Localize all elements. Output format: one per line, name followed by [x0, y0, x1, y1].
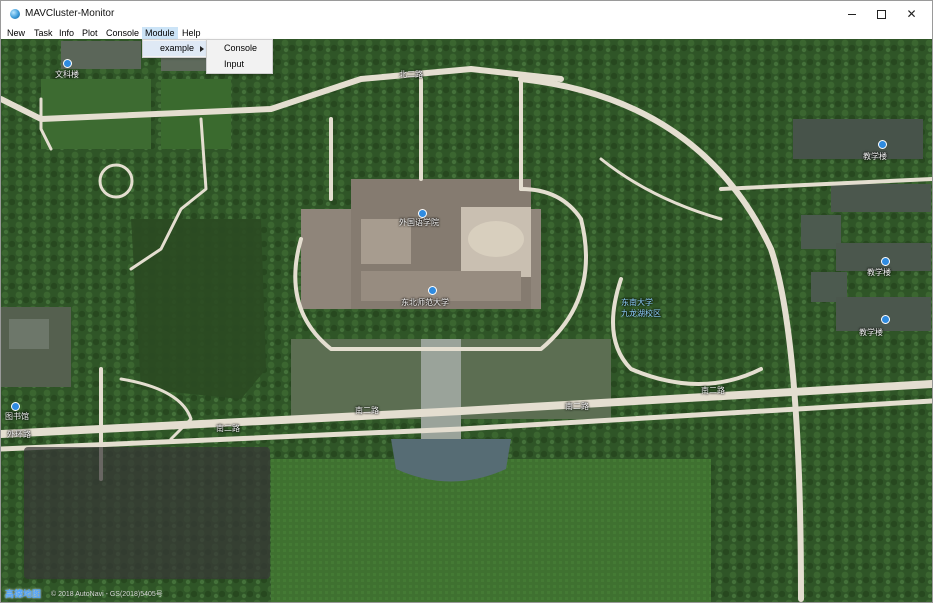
menu-console[interactable]: Console [106, 27, 139, 39]
poi-marker-icon[interactable] [11, 402, 20, 411]
minimize-button[interactable] [836, 1, 867, 27]
menu-module[interactable]: Module [142, 27, 178, 39]
poi-marker-icon[interactable] [428, 286, 437, 295]
window-title: MAVCluster-Monitor [25, 8, 115, 19]
example-submenu: Console Input [206, 39, 273, 74]
map-label-west-road: 南二路 [216, 424, 240, 433]
menu-help[interactable]: Help [182, 27, 201, 39]
menu-item-example-label: example [160, 43, 195, 53]
map-label-north-road: 北二路 [399, 70, 423, 79]
map-label-south-road-2: 南二路 [565, 402, 589, 411]
menu-new[interactable]: New [7, 27, 25, 39]
app-window: MAVCluster-Monitor ✕ New Task Info Plot … [0, 0, 933, 603]
app-icon [10, 9, 20, 19]
map-label-campus: 东南大学 九龙湖校区 [621, 298, 661, 318]
submenu-item-input[interactable]: Input [207, 57, 272, 72]
menu-info[interactable]: Info [59, 27, 74, 39]
map-label-outer-road: 外环路 [7, 430, 31, 439]
map-label-library-top: 外国语学院 [399, 218, 439, 227]
close-button[interactable]: ✕ [896, 1, 927, 27]
module-menu: example [142, 39, 208, 58]
menu-task[interactable]: Task [34, 27, 53, 39]
poi-marker-icon[interactable] [881, 315, 890, 324]
map-label-left-building: 图书馆 [5, 412, 29, 421]
poi-marker-icon[interactable] [881, 257, 890, 266]
submenu-arrow-icon [200, 46, 204, 52]
maximize-button[interactable] [866, 1, 897, 27]
poi-marker-icon[interactable] [418, 209, 427, 218]
overlay-panel [24, 447, 270, 579]
poi-marker-icon[interactable] [878, 140, 887, 149]
minimize-icon [847, 13, 856, 15]
map-label-south-road-1: 南二路 [355, 406, 379, 415]
map-label-teaching-1: 教学楼 [863, 152, 887, 161]
maximize-icon [877, 9, 886, 19]
title-bar: MAVCluster-Monitor ✕ [1, 1, 932, 27]
map-provider-logo: 高德地图 [5, 589, 42, 599]
map-label-library-bottom: 东北师范大学 [401, 298, 449, 307]
menu-bar: New Task Info Plot Console Module Help [1, 27, 932, 39]
submenu-item-console[interactable]: Console [207, 41, 272, 56]
map-label-teaching-2: 教学楼 [867, 268, 891, 277]
map-label-teaching-3: 教学楼 [859, 328, 883, 337]
map-label-east-road: 南二路 [701, 386, 725, 395]
map-copyright: © 2018 AutoNavi - GS(2018)5405号 [51, 591, 163, 598]
map-label-building-left: 文科楼 [55, 70, 79, 79]
poi-marker-icon[interactable] [63, 59, 72, 68]
close-icon: ✕ [906, 7, 917, 21]
menu-item-example[interactable]: example [143, 41, 207, 56]
menu-plot[interactable]: Plot [82, 27, 98, 39]
